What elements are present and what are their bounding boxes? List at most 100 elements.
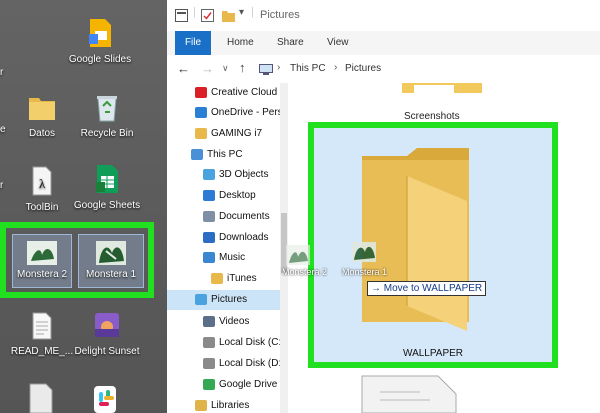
folder-label: WALLPAPER (403, 348, 464, 359)
pictures-icon (195, 294, 207, 305)
nav-item-label: This PC (207, 149, 243, 160)
downloads-icon (203, 232, 215, 243)
desktop-icon-monstera-1[interactable]: Monstera 1 (78, 234, 144, 288)
nav-item-label: Pictures (211, 294, 248, 305)
title-bar: | ▾ | Pictures (167, 0, 600, 31)
nav-item-label: Local Disk (D:) (219, 358, 285, 369)
breadcrumb-separator: › (334, 62, 338, 73)
drag-ghost-image-icon (286, 245, 310, 265)
desktop-icon-delight-sunset[interactable]: Delight Sunset (70, 312, 144, 357)
back-arrow-icon[interactable]: ← (177, 61, 190, 76)
nav-item-label: Creative Cloud F (211, 87, 285, 98)
nav-item-music[interactable]: Music (167, 248, 285, 268)
divider: | (193, 6, 196, 18)
desktop-icon-monstera-2[interactable]: Monstera 2 (12, 234, 72, 288)
desktop-icon (203, 190, 215, 201)
nav-item-label: OneDrive - Perso (211, 107, 285, 118)
divider: | (251, 6, 254, 18)
google-drive-icon (203, 379, 215, 390)
drag-tooltip: → Move to WALLPAPER (367, 281, 487, 296)
nav-item-desktop[interactable]: Desktop (167, 186, 285, 206)
customize-toolbar-icon[interactable]: ▾ (239, 7, 244, 18)
nav-item-label: Local Disk (C:) (219, 337, 285, 348)
desktop-icon-datos[interactable]: Datos (5, 92, 79, 139)
drag-tooltip-text: Move to WALLPAPER (383, 283, 483, 294)
drag-ghost-label: Monstera 2 (282, 267, 328, 277)
creative-cloud-icon (195, 87, 207, 98)
image-thumbnail-icon (27, 241, 57, 265)
desktop-icon-label: READ_ME_... (10, 346, 74, 357)
file-thumbnail-icon[interactable] (360, 374, 460, 413)
nav-item-local-disk-c[interactable]: Local Disk (C:) (167, 333, 285, 353)
music-icon (203, 252, 215, 263)
nav-item-this-pc[interactable]: This PC (167, 145, 285, 165)
nav-item-label: Music (219, 252, 246, 263)
breadcrumb-this-pc[interactable]: This PC (290, 63, 326, 74)
new-folder-icon[interactable] (222, 9, 235, 22)
tab-home[interactable]: Home (227, 31, 254, 55)
nav-item-3d-objects[interactable]: 3D Objects (167, 165, 285, 185)
svg-text:λ: λ (39, 176, 46, 191)
file-explorer-window: | ▾ | Pictures File Home Share View ← → … (167, 0, 600, 413)
nav-item-creative-cloud-f[interactable]: Creative Cloud F (167, 83, 285, 103)
drive-icon (203, 358, 215, 369)
move-arrow-icon: → (371, 283, 381, 294)
folder-icon (29, 98, 55, 120)
desktop-icon-label: Datos (28, 128, 56, 139)
nav-item-libraries[interactable]: Libraries (167, 396, 285, 413)
nav-item-local-disk-d[interactable]: Local Disk (D:) (167, 354, 285, 374)
tab-view[interactable]: View (327, 31, 349, 55)
drag-ghost-image-icon (352, 242, 376, 262)
nav-item-label: GAMING i7 (211, 128, 263, 139)
nav-item-pictures[interactable]: Pictures (167, 290, 285, 310)
nav-item-label: iTunes (227, 273, 257, 284)
desktop-icon-read-me[interactable]: READ_ME_... (5, 312, 79, 357)
nav-item-onedrive-perso[interactable]: OneDrive - Perso (167, 103, 285, 123)
properties-icon[interactable] (201, 9, 214, 22)
desktop-icon-recycle-bin[interactable]: Recycle Bin (70, 92, 144, 139)
nav-item-gaming-i7[interactable]: GAMING i7 (167, 124, 285, 144)
desktop-icon-label: Monstera 1 (85, 269, 137, 280)
tab-file[interactable]: File (175, 31, 211, 55)
recycle-bin-icon (97, 96, 117, 122)
folder-label: Screenshots (404, 111, 460, 122)
open-folder-icon (362, 148, 469, 331)
nav-item-videos[interactable]: Videos (167, 312, 285, 332)
nav-item-label: Documents (219, 211, 270, 222)
edge-label-fragment: r (0, 67, 4, 78)
desktop-icon-label: ToolBin (25, 202, 59, 213)
google-sheets-icon (96, 165, 118, 193)
window-icon (175, 9, 188, 22)
nav-item-itunes[interactable]: iTunes (167, 269, 285, 289)
nav-item-downloads[interactable]: Downloads (167, 228, 285, 248)
nav-item-label: 3D Objects (219, 169, 269, 180)
desktop-icon-label: Delight Sunset (74, 346, 140, 357)
nav-item-google-drive-c[interactable]: Google Drive (C (167, 375, 285, 395)
desktop-icon-toolbin[interactable]: λ ToolBin (5, 166, 79, 213)
libraries-icon (195, 400, 207, 411)
drag-ghost-label: Monstera 1 (342, 267, 388, 277)
recent-locations-icon[interactable]: ∨ (222, 63, 229, 74)
computer-icon (191, 149, 203, 160)
image-thumbnail-icon (96, 241, 126, 265)
up-arrow-icon[interactable]: ↑ (239, 60, 246, 75)
forward-arrow-icon[interactable]: → (201, 61, 214, 76)
desktop-icon-google-slides[interactable]: Google Slides (63, 18, 137, 65)
tab-share[interactable]: Share (277, 31, 304, 55)
pc-icon (259, 64, 273, 75)
breadcrumb-pictures[interactable]: Pictures (345, 63, 381, 74)
text-file-icon (32, 312, 52, 340)
desktop-icon-label: Monstera 2 (16, 269, 68, 280)
window-title: Pictures (260, 9, 300, 21)
user-folder-icon (195, 128, 207, 139)
nav-item-label: Desktop (219, 190, 256, 201)
google-slides-icon (89, 19, 111, 47)
folder-icon (211, 273, 223, 284)
nav-item-documents[interactable]: Documents (167, 207, 285, 227)
app-icon (95, 313, 119, 337)
folder-screenshots[interactable] (382, 83, 502, 105)
videos-icon (203, 316, 215, 327)
folder-icon (402, 83, 482, 93)
drive-icon (203, 337, 215, 348)
desktop-icon-google-sheets[interactable]: Google Sheets (70, 164, 144, 211)
